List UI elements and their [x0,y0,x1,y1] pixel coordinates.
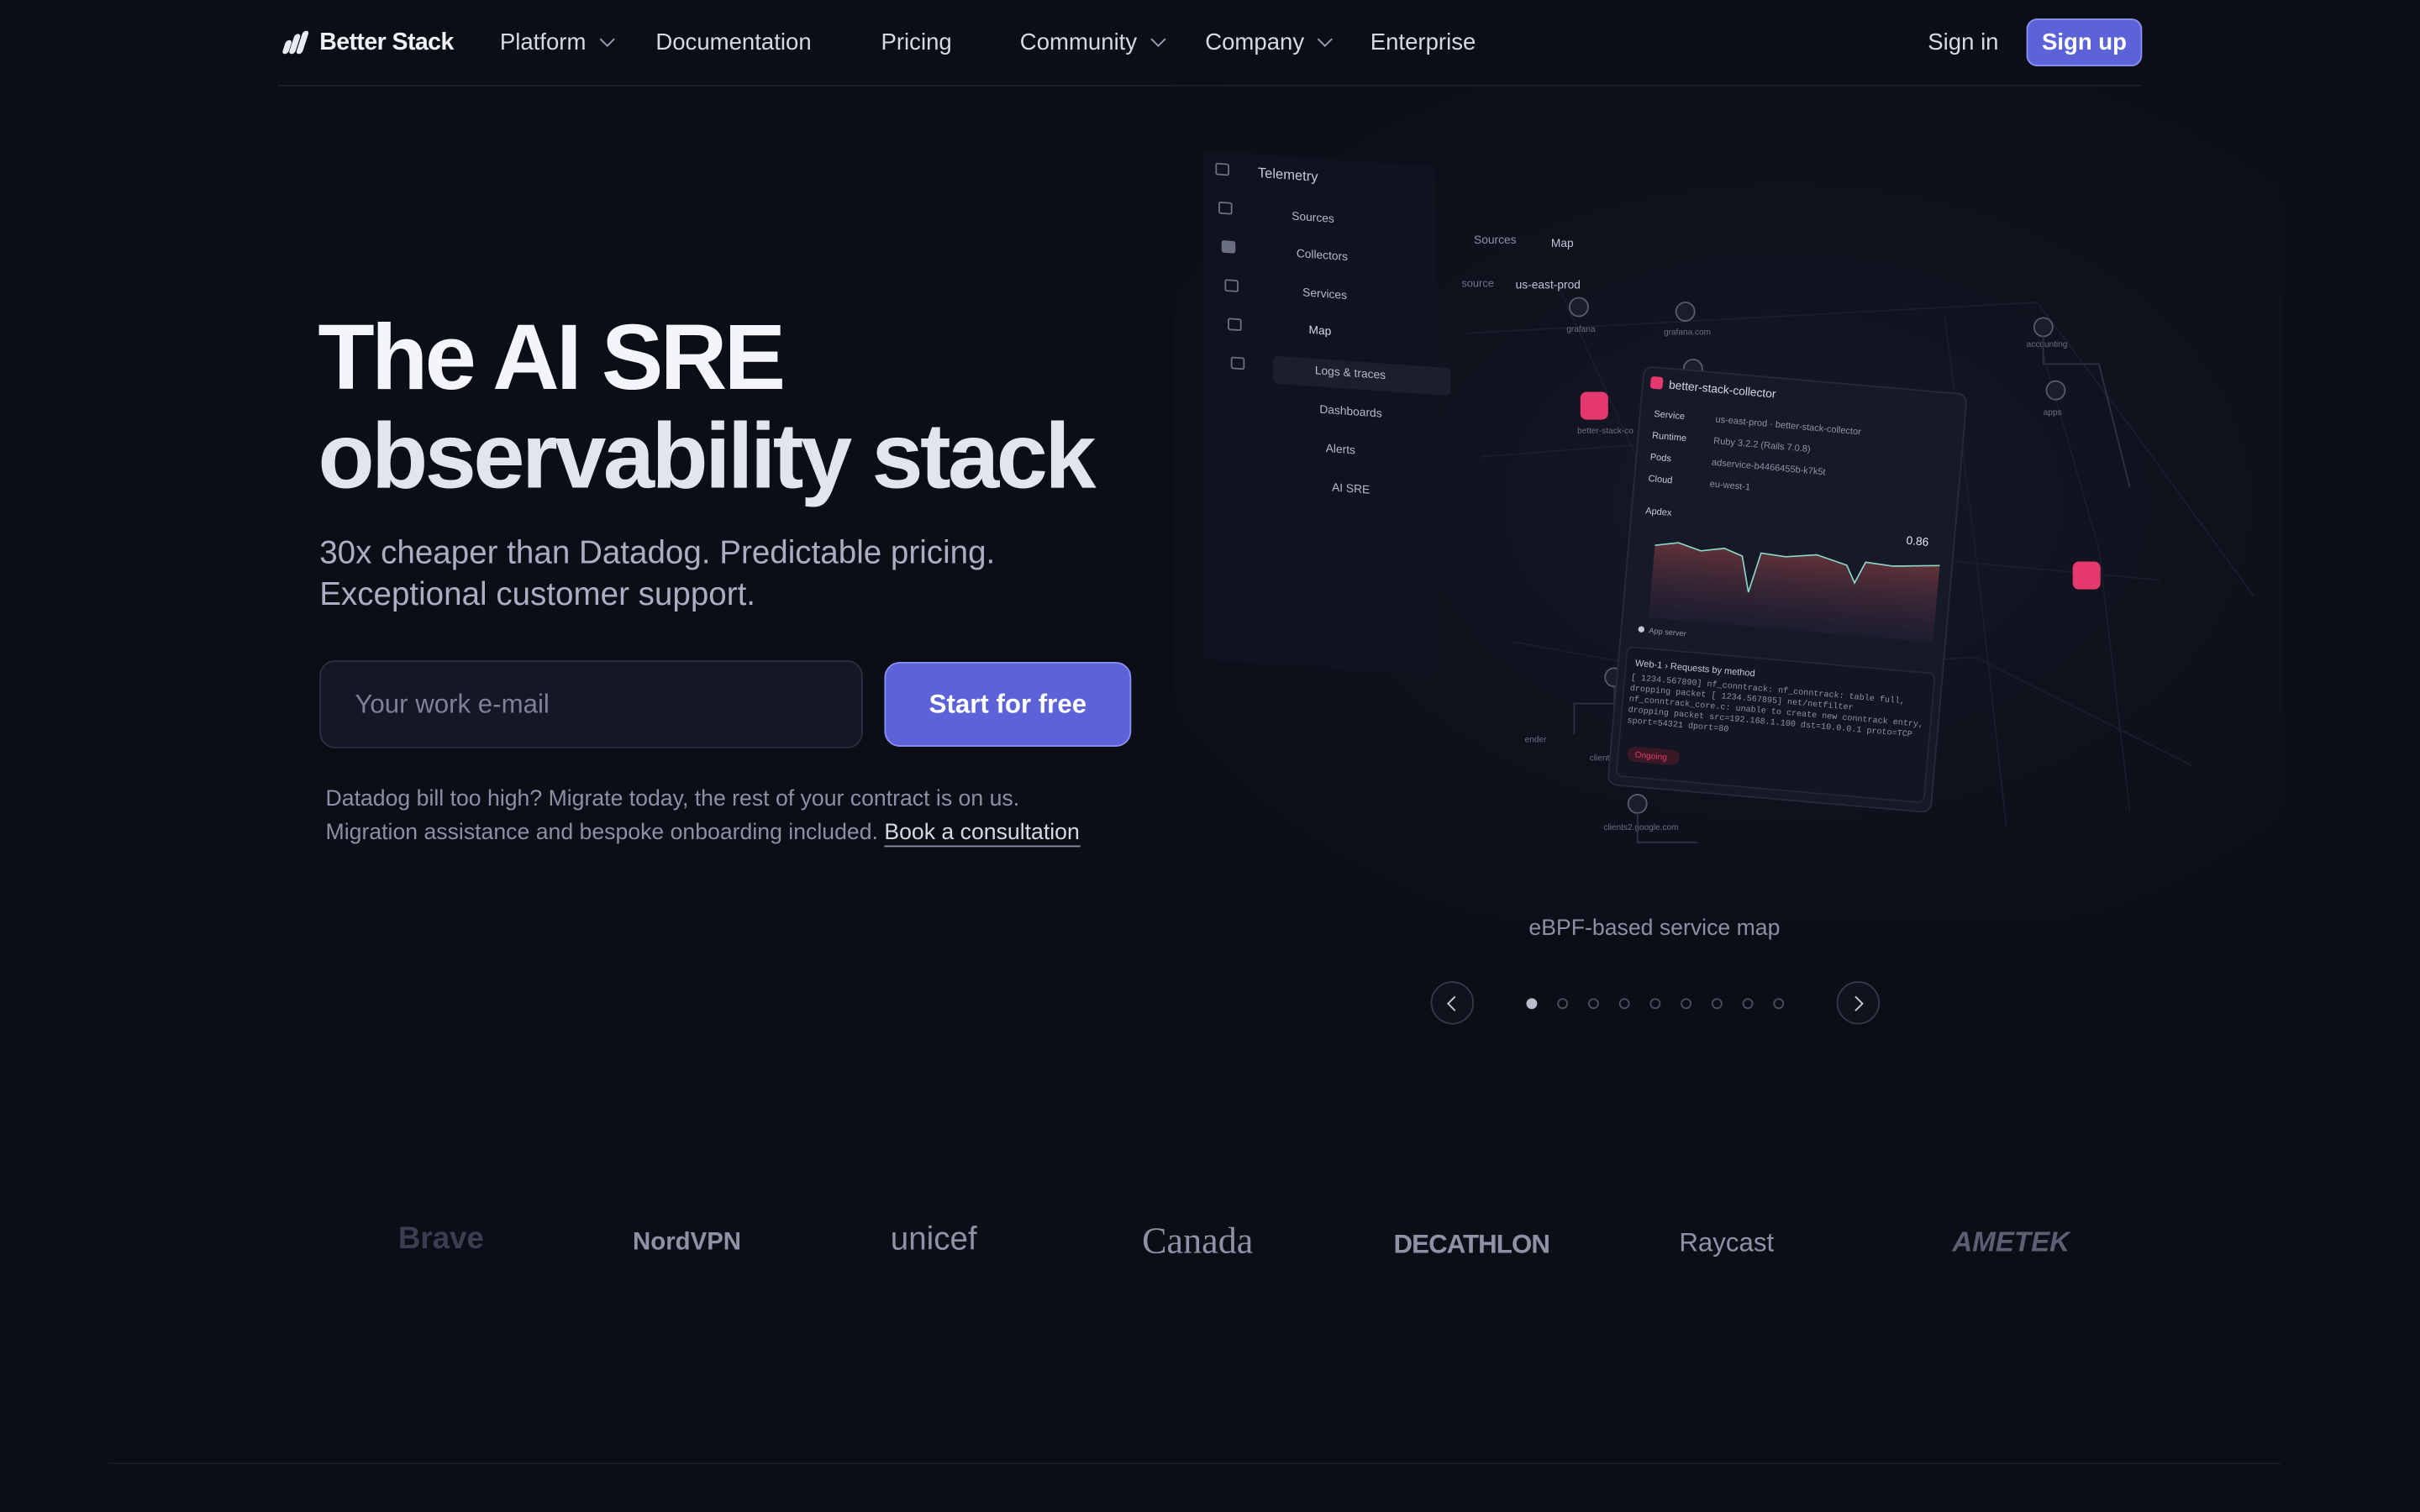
node-label: clients2.google.com [1603,823,1678,832]
carousel-dot[interactable] [1681,997,1692,1009]
carousel-dot[interactable] [1587,997,1599,1009]
chevron-left-icon [1446,995,1463,1011]
sidebar-item-alerts: Alerts [1326,442,1355,456]
book-consultation-link[interactable]: Book a consultation [884,821,1080,848]
hero-title-line1: The AI SRE [318,305,786,409]
carousel-dot[interactable] [1742,997,1754,1009]
carousel-dot[interactable] [1649,997,1661,1009]
chevron-down-icon [1317,31,1334,47]
telemetry-sidebar: Telemetry Sources Collectors Services Ma… [1203,150,1451,675]
hero-title-line2: observability stack [318,404,1096,508]
sign-in-link[interactable]: Sign in [1928,29,1998,55]
apdex-value: 0.86 [1906,534,1929,549]
source-value[interactable]: us-east-prod [1516,278,1581,291]
hero-subtitle-line1: 30x cheaper than Datadog. Predictable pr… [319,535,996,571]
carousel-dot[interactable] [1711,997,1723,1009]
service-map-svg: Telemetry Sources Collectors Services Ma… [1203,150,2254,843]
nav-actions: Sign in Sign up [1928,18,2143,66]
nav-item-community[interactable]: Community [1020,29,1205,55]
nav-item-platform[interactable]: Platform [500,29,656,55]
service-detail-card: better-stack-collector Service us-east-p… [1607,366,1967,813]
sidebar-item-map: Map [1309,323,1332,338]
nav-item-label: Enterprise [1370,29,1476,56]
migration-note-line1: Datadog bill too high? Migrate today, th… [325,786,1020,812]
top-nav: Better Stack Platform Documentation Pric… [277,0,2143,87]
section-divider [108,1462,2281,1465]
carousel-dot[interactable] [1773,997,1785,1009]
hero-title: The AI SRE observability stack [318,305,1096,508]
hero-subtitle-line2: Exceptional customer support. [319,576,756,613]
brand-logo[interactable]: Better Stack [281,28,454,56]
start-for-free-button[interactable]: Start for free [884,661,1132,747]
chevron-down-icon [599,31,615,47]
service-map-illustration: Telemetry Sources Collectors Services Ma… [1172,86,2285,920]
card-row-key: Pods [1649,452,1672,464]
logo-unicef: unicef [890,1221,977,1257]
nav-item-pricing[interactable]: Pricing [881,29,1019,55]
logo-canada: Canada [1142,1221,1254,1263]
nav-item-label: Documentation [655,29,812,56]
logo-ametek: AMETEK [1952,1226,2070,1257]
carousel-dots [1474,997,1837,1009]
node-label: grafana [1566,325,1596,334]
illustration-caption: eBPF-based service map [1528,916,1781,942]
breadcrumb-map: Map [1551,237,1574,249]
node-label: better-stack-co [1577,427,1634,436]
carousel-dot[interactable] [1526,997,1538,1009]
brand-logo-icon [281,29,312,55]
nav-item-documentation[interactable]: Documentation [655,29,881,55]
nav-item-label: Platform [499,29,587,56]
migration-note-line2: Migration assistance and bespoke onboard… [325,821,878,846]
carousel-dot[interactable] [1618,997,1630,1009]
email-placeholder: Your work e-mail [355,689,550,718]
breadcrumb-sources: Sources [1474,234,1517,246]
carousel-prev-button[interactable] [1430,981,1475,1025]
nav-links: Platform Documentation Pricing Community… [500,29,1476,55]
brand-name: Better Stack [319,28,454,55]
logo-brave: Brave [397,1221,485,1257]
card-row-key: Cloud [1648,474,1673,486]
nav-item-label: Company [1205,29,1305,56]
apdex-label: Apdex [1645,506,1673,518]
carousel-dot[interactable] [1557,997,1569,1009]
nav-item-company[interactable]: Company [1205,29,1370,55]
nav-item-label: Community [1019,29,1138,56]
carousel-pager [1430,981,1881,1025]
chevron-right-icon [1848,995,1864,1011]
source-label: source [1461,277,1494,290]
email-input[interactable]: Your work e-mail [319,660,863,748]
sign-up-button[interactable]: Sign up [2026,18,2143,66]
migration-note: Datadog bill too high? Migrate today, th… [326,782,1080,850]
nav-item-enterprise[interactable]: Enterprise [1370,29,1476,55]
node-label: ender [1525,735,1547,744]
chevron-down-icon [1150,31,1166,47]
hero-subtitle: 30x cheaper than Datadog. Predictable pr… [319,533,995,616]
logo-decathlon: DECATHLON [1393,1229,1550,1259]
node-label: grafana.com [1664,328,1711,338]
sidebar-item-ai-sre: AI SRE [1332,480,1370,496]
nav-item-label: Pricing [881,29,952,56]
logo-nordvpn: NordVPN [633,1229,742,1257]
customer-logos: Brave NordVPN unicef Canada DECATHLON Ra… [0,1204,2420,1290]
node-label: apps [2044,408,2062,417]
node-label: accounting [2027,340,2068,349]
carousel-next-button[interactable] [1836,981,1881,1025]
logo-raycast: Raycast [1679,1228,1775,1257]
